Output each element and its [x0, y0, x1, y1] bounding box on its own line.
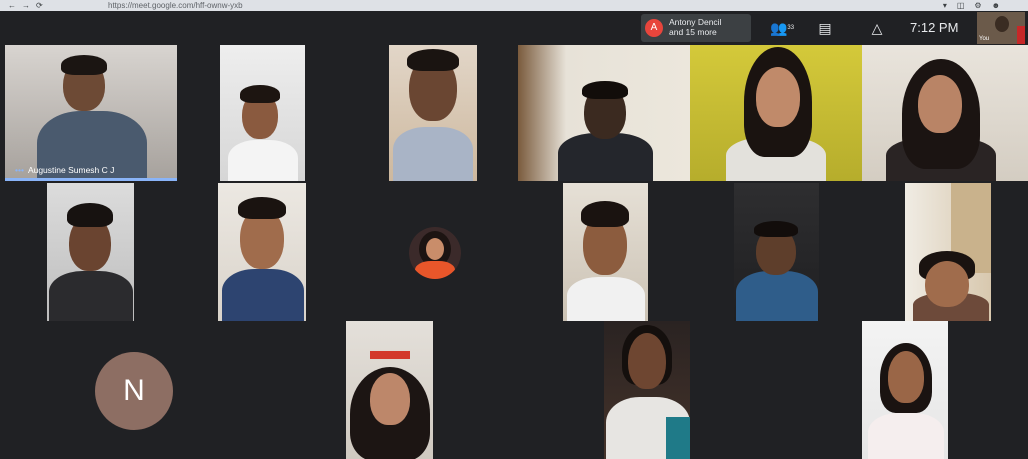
active-speaker-indicator [5, 178, 177, 181]
meet-top-bar: A Antony Dencil and 15 more 👥33 ▤ △ 7:12… [0, 11, 1028, 45]
owner-name: Antony Dencil [669, 17, 722, 27]
self-label: You [979, 36, 990, 42]
participant-tile[interactable] [518, 45, 690, 181]
self-view-tile[interactable]: You [977, 12, 1025, 44]
people-count: 33 [787, 25, 795, 31]
speaker-name-label: ••• Augustine Sumesh C J [15, 165, 115, 175]
people-icon[interactable]: 👥33 [767, 19, 797, 37]
participant-tile[interactable]: ••• Augustine Sumesh C J [5, 45, 177, 181]
presenter-chip[interactable]: A Antony Dencil and 15 more [641, 14, 751, 42]
owner-avatar: A [645, 19, 663, 37]
participant-tile[interactable] [220, 45, 305, 181]
browser-bar: ←→⟳ https://meet.google.com/hff-ownw-yxb… [0, 0, 1028, 11]
participant-tile[interactable] [862, 321, 948, 459]
chat-icon[interactable]: ▤ [813, 19, 837, 37]
participant-tile[interactable] [47, 183, 134, 321]
meeting-clock: 7:12 PM [910, 20, 959, 35]
activities-icon[interactable]: △ [865, 19, 889, 37]
participant-tile[interactable] [905, 183, 991, 321]
owner-more: and 15 more [669, 27, 717, 37]
participant-tile[interactable] [604, 321, 690, 459]
participant-avatar[interactable] [409, 227, 461, 279]
participant-initial-avatar[interactable]: N [95, 352, 173, 430]
browser-extension-icons[interactable]: ▾◫⚙☻ [943, 0, 1010, 11]
participant-tile[interactable] [690, 45, 862, 181]
participant-tile[interactable] [389, 45, 477, 181]
participant-tile[interactable] [346, 321, 433, 459]
browser-nav-icons[interactable]: ←→⟳ [8, 0, 49, 11]
participant-tile[interactable] [218, 183, 306, 321]
participant-tile[interactable] [563, 183, 648, 321]
participant-tile[interactable] [734, 183, 819, 321]
address-bar[interactable]: https://meet.google.com/hff-ownw-yxb [108, 0, 243, 11]
participant-tile[interactable] [862, 45, 1028, 181]
